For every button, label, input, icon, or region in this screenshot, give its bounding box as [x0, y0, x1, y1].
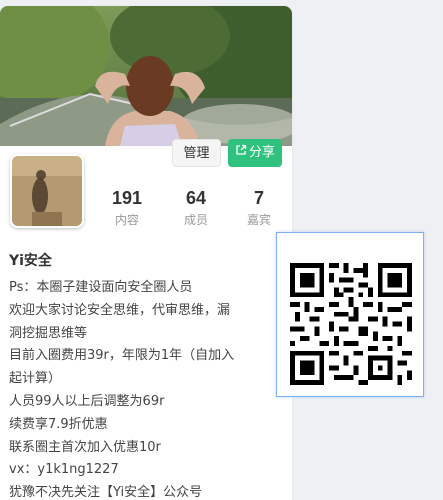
- description-line: 人员99人以上后调整为69r: [9, 393, 165, 409]
- description-line: 续费享7.9折优惠: [9, 416, 108, 432]
- stat-guests-label: 嘉宾: [246, 213, 271, 227]
- stat-members-label: 成员: [183, 213, 208, 227]
- stat-members[interactable]: 64 成员: [166, 187, 226, 228]
- qr-code-popup: [276, 232, 424, 397]
- cover-image: [0, 6, 292, 146]
- description-line: 欢迎大家讨论安全思维，代审思维，漏: [9, 302, 231, 318]
- qr-code-icon: [290, 263, 412, 385]
- stat-content[interactable]: 191 内容: [97, 187, 157, 228]
- stat-content-value: 191: [111, 188, 143, 208]
- share-icon: [235, 139, 247, 167]
- manage-button[interactable]: 管理: [172, 139, 221, 167]
- group-card: 管理 分享 191 内容 64 成员 7 嘉宾 Yi安全 Ps：本圈子建设面向安…: [0, 6, 292, 500]
- group-stats: 191 内容 64 成员 7 嘉宾: [96, 187, 290, 227]
- description-line: 联系圈主首次加入优惠10r: [9, 439, 161, 455]
- share-button[interactable]: 分享: [228, 139, 282, 167]
- group-avatar: [10, 154, 84, 228]
- description-line: vx：y1k1ng1227: [9, 462, 119, 478]
- share-button-label: 分享: [248, 145, 275, 160]
- group-name: Yi安全: [9, 253, 52, 269]
- description-line: 目前入圈费用39r，年限为1年（自加入: [9, 348, 235, 364]
- description-line: 洞挖掘思维等: [9, 325, 88, 341]
- group-description: Ps：本圈子建设面向安全圈人员 欢迎大家讨论安全思维，代审思维，漏 洞挖掘思维等…: [9, 277, 285, 500]
- description-line: Ps：本圈子建设面向安全圈人员: [9, 280, 193, 295]
- description-line: 犹豫不决先关注【Yi安全】公众号: [9, 485, 203, 500]
- stat-members-value: 64: [185, 188, 207, 208]
- description-line: 起计算）: [9, 371, 62, 387]
- stat-guests-value: 7: [253, 188, 264, 208]
- stat-guests[interactable]: 7 嘉宾: [229, 187, 289, 228]
- stat-content-label: 内容: [114, 213, 139, 227]
